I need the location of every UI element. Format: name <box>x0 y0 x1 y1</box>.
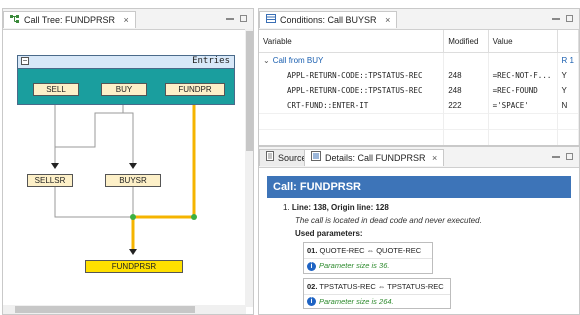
node-fundprsr[interactable]: FUNDPRSR <box>85 260 183 273</box>
param-note-text: Parameter size is 36. <box>319 261 390 270</box>
entries-group: − Entries <box>17 55 235 105</box>
close-icon[interactable]: × <box>432 153 437 163</box>
conditions-tab-label: Conditions: Call BUYSR <box>280 15 377 25</box>
node-sell[interactable]: SELL <box>33 83 79 96</box>
arrowhead <box>129 163 137 169</box>
param-mapping: 01. QUOTE-REC ⇔ QUOTE-REC <box>304 243 432 259</box>
close-icon[interactable]: × <box>385 15 390 25</box>
table-row[interactable]: CRT-FUND::ENTER-IT 222 ='SPACE' N <box>259 98 579 114</box>
param-mapping-text: QUOTE-REC ⇔ QUOTE-REC <box>319 246 422 255</box>
cell-flag: Y <box>557 68 579 83</box>
source-tab-label: Source <box>278 153 307 163</box>
details-panel: Source Details: Call FUNDPRSR × Call: FU… <box>258 146 580 315</box>
minimize-icon[interactable] <box>226 17 234 20</box>
node-buysr[interactable]: BUYSR <box>105 174 161 187</box>
arrowhead <box>51 163 59 169</box>
minimize-icon[interactable] <box>552 17 560 20</box>
node-buy[interactable]: BUY <box>101 83 147 96</box>
source-file-icon <box>266 150 274 167</box>
cell-variable: CRT-FUND::ENTER-IT <box>259 98 445 114</box>
call-tree-panel: Call Tree: FUNDPRSR × − Entries SELL BUY… <box>2 8 254 315</box>
window-controls <box>226 13 247 23</box>
param-note: i Parameter size is 264. <box>304 295 450 309</box>
tab-call-tree[interactable]: Call Tree: FUNDPRSR × <box>3 11 136 28</box>
window-controls <box>552 13 573 23</box>
horizontal-scrollbar[interactable] <box>3 305 246 314</box>
call-tree-tabbar: Call Tree: FUNDPRSR × <box>3 9 253 30</box>
call-tree-tab-label: Call Tree: FUNDPRSR <box>24 15 116 25</box>
call-tree-canvas: − Entries SELL BUY FUNDPR SELLSR BUYSR F… <box>3 29 246 307</box>
cell-value: =REC-NOT-F... <box>488 68 558 83</box>
tab-conditions[interactable]: Conditions: Call BUYSR × <box>259 11 398 29</box>
param-card: 02. TPSTATUS-REC ⇔ TPSTATUS-REC i Paramet… <box>303 277 451 310</box>
call-tree-icon <box>10 12 20 29</box>
cell-variable: APPL-RETURN-CODE::TPSTATUS-REC <box>259 68 445 83</box>
used-params-label: Used parameters: <box>295 229 363 238</box>
details-tab-label: Details: Call FUNDPRSR <box>325 153 426 163</box>
edge-buy-buysr <box>123 112 134 165</box>
node-sellsr[interactable]: SELLSR <box>27 174 73 187</box>
col-flag[interactable] <box>557 30 579 53</box>
scroll-thumb[interactable] <box>246 31 253 151</box>
group-ref: R 1 <box>557 52 579 68</box>
cell-modified: 222 <box>443 98 489 114</box>
maximize-icon[interactable] <box>566 15 573 23</box>
junction-dot <box>191 214 197 220</box>
collapse-icon[interactable]: − <box>21 57 29 65</box>
conditions-panel: Conditions: Call BUYSR × Variable Modifi… <box>258 8 580 146</box>
dead-code-note: The call is located in dead code and nev… <box>295 216 482 225</box>
group-label: Call from BUY <box>272 56 324 65</box>
details-body: 1. Line: 138, Origin line: 128 The call … <box>283 203 573 310</box>
cell-modified: 248 <box>443 68 489 83</box>
vertical-scrollbar[interactable] <box>245 29 253 307</box>
col-modified[interactable]: Modified <box>443 30 489 53</box>
chevron-down-icon[interactable]: ⌄ <box>263 56 270 65</box>
details-icon <box>311 150 321 167</box>
edge-sellsr-fundprsr <box>54 187 133 218</box>
param-mapping: 02. TPSTATUS-REC ⇔ TPSTATUS-REC <box>304 279 450 295</box>
table-row[interactable]: APPL-RETURN-CODE::TPSTATUS-REC 248 =REC-… <box>259 83 579 98</box>
scroll-thumb[interactable] <box>15 306 195 313</box>
maximize-icon[interactable] <box>240 15 247 23</box>
param-card: 01. QUOTE-REC ⇔ QUOTE-REC i Parameter siz… <box>303 242 433 274</box>
line-text: Line: 138, Origin line: 128 <box>291 203 389 212</box>
cell-value: =REC-FOUND <box>488 83 558 98</box>
conditions-table: Variable Modified Value ⌄ Call from BUY R… <box>259 30 579 145</box>
param-number: 02. <box>307 281 318 291</box>
line-info: 1. Line: 138, Origin line: 128 <box>283 203 573 212</box>
empty-row <box>259 129 579 145</box>
param-note-text: Parameter size is 264. <box>319 296 394 306</box>
junction-dot <box>130 214 136 220</box>
entries-label: Entries <box>192 56 230 66</box>
cell-variable: APPL-RETURN-CODE::TPSTATUS-REC <box>259 83 445 98</box>
details-tabbar: Source Details: Call FUNDPRSR × <box>259 147 579 168</box>
minimize-icon[interactable] <box>552 155 560 158</box>
table-icon <box>266 12 276 29</box>
entries-header: − Entries <box>18 56 234 69</box>
param-number: 01. <box>307 246 318 255</box>
cell-flag: N <box>557 98 579 114</box>
cell-modified: 248 <box>443 83 489 98</box>
cell-value: ='SPACE' <box>488 98 558 114</box>
window-controls <box>552 151 573 161</box>
info-icon: i <box>307 261 316 271</box>
arrowhead <box>129 249 137 255</box>
close-icon[interactable]: × <box>124 15 129 25</box>
info-icon: i <box>307 297 316 307</box>
tab-details[interactable]: Details: Call FUNDPRSR × <box>304 149 445 167</box>
cell-flag: Y <box>557 83 579 98</box>
item-number: 1. <box>283 203 290 212</box>
maximize-icon[interactable] <box>566 153 573 161</box>
col-variable[interactable]: Variable <box>259 30 445 53</box>
table-header-row: Variable Modified Value <box>259 30 579 53</box>
node-fundpr[interactable]: FUNDPR <box>165 83 225 96</box>
param-note: i Parameter size is 36. <box>304 259 432 273</box>
conditions-tabbar: Conditions: Call BUYSR × <box>259 9 579 30</box>
table-row[interactable]: APPL-RETURN-CODE::TPSTATUS-REC 248 =REC-… <box>259 68 579 83</box>
col-value[interactable]: Value <box>488 30 558 53</box>
param-mapping-text: TPSTATUS-REC ⇔ TPSTATUS-REC <box>319 281 444 291</box>
table-group-row[interactable]: ⌄ Call from BUY R 1 <box>259 52 579 68</box>
details-banner: Call: FUNDPRSR <box>267 176 571 198</box>
empty-row <box>259 113 579 130</box>
